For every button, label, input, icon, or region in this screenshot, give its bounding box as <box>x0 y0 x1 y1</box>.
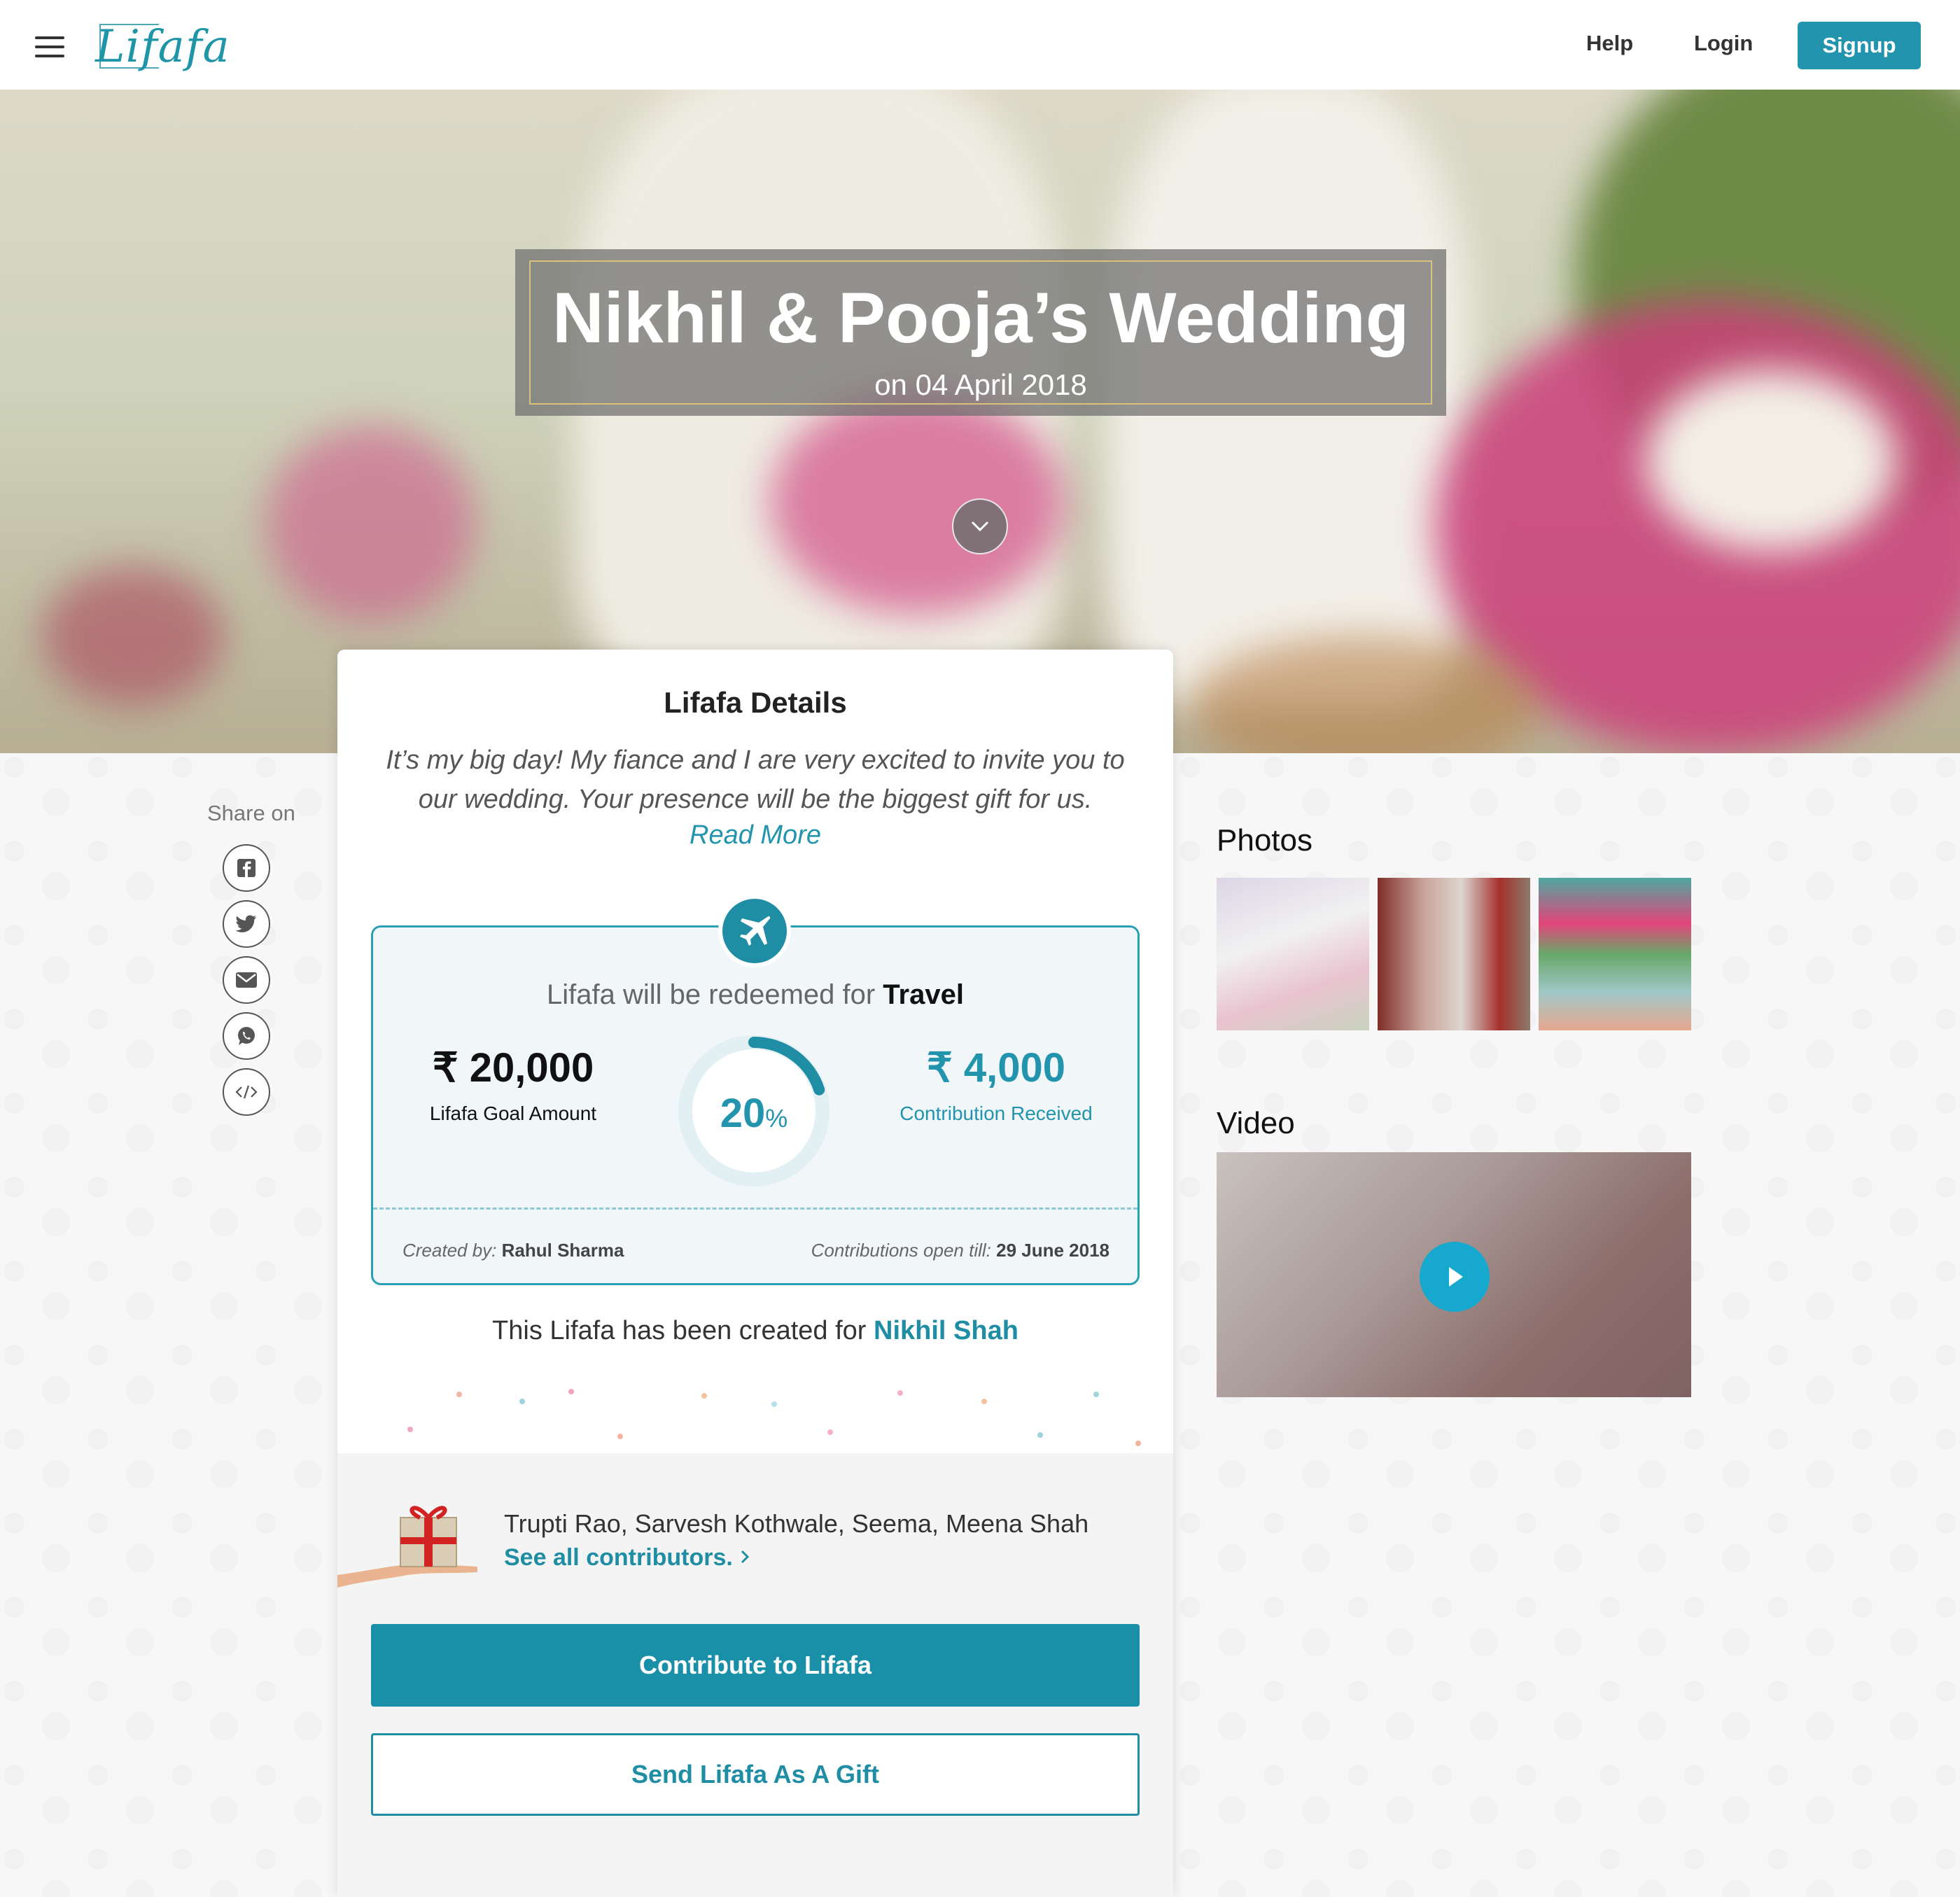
hero-flowers-blur <box>42 566 224 706</box>
play-button[interactable] <box>1420 1242 1490 1312</box>
photo-thumbnail[interactable] <box>1539 878 1691 1030</box>
help-link[interactable]: Help <box>1586 31 1633 56</box>
logo-text: Lifafa <box>95 21 230 73</box>
photos-title: Photos <box>1217 823 1312 858</box>
event-title: Nikhil & Pooja’s Wedding <box>552 278 1410 358</box>
photo-thumbnail[interactable] <box>1378 878 1530 1030</box>
created-by: Created by: Rahul Sharma <box>402 1240 624 1261</box>
goal-summary-box: Lifafa will be redeemed for Travel ₹ 20,… <box>371 925 1140 1285</box>
share-label: Share on <box>207 801 295 825</box>
created-for-name: Nikhil Shah <box>874 1316 1018 1345</box>
chevron-right-icon <box>741 1550 750 1564</box>
progress-percent: 20% <box>676 1090 832 1137</box>
redeem-prefix: Lifafa will be redeemed for <box>547 979 876 1010</box>
read-more-link[interactable]: Read More <box>337 820 1173 850</box>
event-date: on 04 April 2018 <box>874 368 1087 401</box>
play-icon <box>1449 1267 1463 1287</box>
redeem-category: Travel <box>883 979 964 1010</box>
email-share-button[interactable] <box>223 956 270 1004</box>
airplane-icon <box>740 916 771 946</box>
see-all-contributors-link[interactable]: See all contributors. <box>504 1544 750 1572</box>
gift-in-hand-icon <box>337 1506 477 1588</box>
video-thumbnail[interactable] <box>1217 1152 1691 1397</box>
travel-category-badge <box>718 895 791 967</box>
goal-amount: ₹ 20,000 <box>432 1045 594 1091</box>
created-for-prefix: This Lifafa has been created for <box>492 1316 867 1345</box>
open-till-label: Contributions open till: <box>811 1240 991 1261</box>
card-title: Lifafa Details <box>664 686 847 719</box>
see-all-label: See all contributors. <box>504 1544 733 1571</box>
whatsapp-share-button[interactable] <box>223 1012 270 1060</box>
embed-icon <box>235 1085 258 1099</box>
hero-flowers-blur <box>266 426 476 622</box>
received-amount-label: Contribution Received <box>899 1102 1093 1124</box>
lifafa-logo[interactable]: Lifafa <box>95 21 230 74</box>
video-title: Video <box>1217 1106 1295 1140</box>
redeem-text: Lifafa will be redeemed for Travel <box>373 979 1138 1011</box>
send-gift-button[interactable]: Send Lifafa As A Gift <box>371 1733 1140 1816</box>
contributors-names: Trupti Rao, Sarvesh Kothwale, Seema, Mee… <box>504 1509 1089 1538</box>
received-amount: ₹ 4,000 <box>926 1045 1066 1091</box>
twitter-share-button[interactable] <box>223 900 270 948</box>
login-link[interactable]: Login <box>1694 31 1753 56</box>
whatsapp-icon <box>238 1027 255 1045</box>
lifafa-details-card: Lifafa Details It’s my big day! My fianc… <box>337 650 1173 1897</box>
top-header: Lifafa Help Login Signup <box>0 0 1960 90</box>
contribute-button[interactable]: Contribute to Lifafa <box>371 1624 1140 1707</box>
open-till: Contributions open till: 29 June 2018 <box>811 1240 1110 1261</box>
chevron-down-icon <box>971 521 989 532</box>
event-title-box: Nikhil & Pooja’s Wedding on 04 April 201… <box>515 249 1446 416</box>
card-description: It’s my big day! My fiance and I are ver… <box>386 746 1125 814</box>
facebook-share-button[interactable] <box>223 844 270 892</box>
created-for-text: This Lifafa has been created for Nikhil … <box>337 1316 1173 1346</box>
hamburger-menu-icon[interactable] <box>35 36 64 57</box>
photo-thumbnail[interactable] <box>1217 878 1369 1030</box>
progress-value: 20 <box>720 1091 766 1136</box>
twitter-icon <box>236 915 256 932</box>
dashed-divider <box>373 1208 1138 1210</box>
percent-sign: % <box>765 1104 788 1133</box>
created-by-label: Created by: <box>402 1240 497 1261</box>
created-by-name: Rahul Sharma <box>501 1240 624 1261</box>
open-till-date: 29 June 2018 <box>996 1240 1110 1261</box>
signup-button[interactable]: Signup <box>1798 22 1921 69</box>
goal-amount-label: Lifafa Goal Amount <box>429 1102 597 1124</box>
email-icon <box>236 972 257 988</box>
scroll-down-button[interactable] <box>952 498 1008 554</box>
facebook-icon <box>237 859 255 877</box>
hero-bouquet-blur <box>1645 370 1897 552</box>
hero-flowers-blur <box>770 391 1064 615</box>
embed-share-button[interactable] <box>223 1068 270 1116</box>
